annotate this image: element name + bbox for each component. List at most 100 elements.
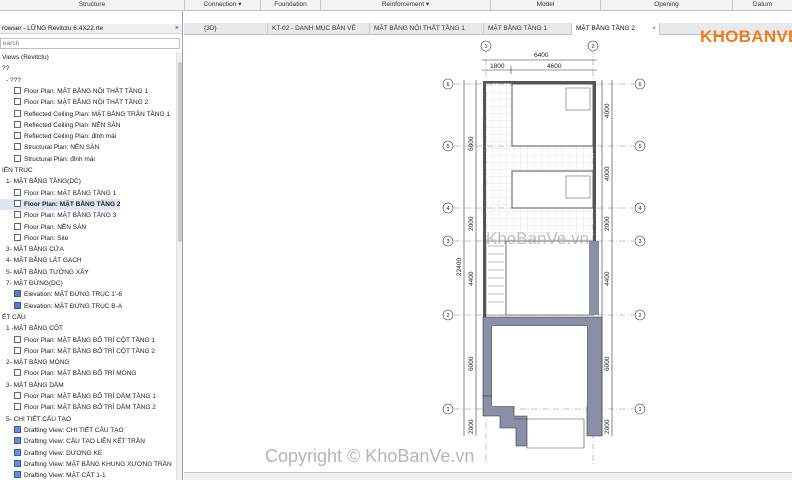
browser-tree-item[interactable]: Floor Plan: MẶT BẰNG TẦNG 2	[0, 198, 121, 210]
browser-tree-item-label: 3- MẶT BẰNG CỬA	[6, 246, 64, 254]
building-walls	[482, 81, 603, 449]
svg-text:3: 3	[446, 239, 449, 245]
browser-tree-item[interactable]: Drafting View: MẶT BẰNG KHUNG XƯƠNG TRẦN	[0, 459, 172, 470]
ribbon-reinforcement-label: Reinforcement	[381, 1, 425, 8]
browser-tree-item-label: Drafting View: CẤU TẠO LIÊN KẾT TRẦN	[24, 438, 145, 446]
ribbon-connection-panel[interactable]: Connection ▾	[185, 0, 261, 11]
browser-tree-item-label: 7- MẶT ĐỨNG(DC)	[6, 280, 63, 287]
svg-text:1: 1	[484, 44, 487, 50]
plan-view-icon	[14, 120, 21, 128]
browser-tree-item[interactable]: Floor Plan: MẶT BẰNG BỐ TRÍ DẦM TẦNG 1	[0, 391, 156, 402]
browser-tree-item-label: 2- MẶT BẰNG MÓNG	[6, 359, 70, 367]
browser-tree-item[interactable]: 5- CHI TIẾT CẤU TẠO	[0, 414, 71, 425]
browser-search-input[interactable]	[0, 38, 180, 49]
plan-view-icon	[14, 369, 21, 377]
close-icon[interactable]: ×	[175, 24, 179, 33]
browser-tree-item[interactable]: 1 -MẶT BẰNG CỘT	[0, 323, 63, 334]
browser-tree-item[interactable]: Elevation: MẶT ĐỨNG TRỤC 1'-6	[0, 289, 122, 300]
browser-tree-item[interactable]: Floor Plan: MẶT BẰNG BỐ TRÍ MÓNG	[0, 368, 136, 379]
browser-tree-item[interactable]: Floor Plan: MẶT BẰNG BỐ TRÍ DẦM TẦNG 2	[0, 402, 156, 413]
drafting-view-icon	[14, 448, 21, 456]
browser-tree-item[interactable]: 5- MẶT BẰNG TƯỜNG XÂY	[0, 267, 89, 278]
browser-tree-item[interactable]: Reflected Ceiling Plan: đỉnh mái	[0, 131, 116, 142]
ribbon-structure-panel[interactable]: Structure	[0, 0, 185, 11]
browser-tree-item[interactable]: Floor Plan: MẶT BẰNG TẦNG 3	[0, 210, 116, 221]
tab-3d[interactable]: {3D}	[200, 23, 268, 35]
ribbon-model-panel[interactable]: Model	[491, 0, 601, 11]
dim-right-5: 2000	[604, 419, 611, 434]
browser-tree-item[interactable]: Reflected Ceiling Plan: NỀN SÀN	[0, 120, 120, 131]
browser-tree-item-label: Floor Plan: MẶT BẰNG TẦNG 2	[24, 200, 121, 208]
svg-text:3: 3	[638, 239, 641, 245]
browser-tree-item-label: 5- CHI TIẾT CẤU TẠO	[6, 415, 72, 423]
browser-tree-item[interactable]: 3- MẶT BẰNG DẦM	[0, 380, 64, 391]
browser-tree-item[interactable]: 3- MẶT BẰNG CỬA	[0, 244, 64, 255]
browser-tree-item-label: 1 -MẶT BẰNG CỘT	[6, 325, 63, 333]
ribbon-opening-panel[interactable]: Opening	[601, 0, 733, 11]
plan-view-icon	[14, 109, 21, 117]
dim-left-0: 6000	[468, 136, 475, 151]
floor-plan-drawing: 6400 1800 4600 22400 6000 2000 4400 6000…	[442, 40, 646, 466]
tab-mat-bang-noi-that-tang-1[interactable]: MẶT BẰNG NỘI THẤT TẦNG 1	[370, 23, 484, 35]
chevron-down-icon: ▾	[238, 1, 242, 8]
browser-tree-item[interactable]: Floor Plan: Site	[0, 233, 68, 244]
browser-tree-item[interactable]: Structural Plan: đỉnh mái	[0, 154, 95, 165]
tab-danh-muc-ban-ve[interactable]: KT-02 - DANH MỤC BẢN VẼ	[268, 23, 370, 35]
browser-tree-item[interactable]: Drafting View: MẶT CẮT 1-1	[0, 470, 106, 480]
browser-tree-item-label: Floor Plan: MẶT BẰNG BỐ TRÍ CỘT TẦNG 2	[24, 347, 155, 355]
tab-label: MẶT BẰNG TẦNG 1	[488, 25, 547, 32]
browser-tree-item-label: Reflected Ceiling Plan: đỉnh mái	[24, 133, 117, 141]
browser-tree-item[interactable]: Drafting View: DƯƠNG KE	[0, 448, 102, 459]
ribbon-datum-panel[interactable]: Datum	[733, 0, 792, 11]
browser-tree-item-label: 5- MẶT BẰNG TƯỜNG XÂY	[6, 268, 89, 276]
browser-scrollbar-thumb[interactable]	[178, 62, 182, 242]
plan-view-icon	[14, 335, 21, 343]
browser-tree-item[interactable]: Floor Plan: NỀN SÀN	[0, 222, 86, 233]
tab-mat-bang-tang-1[interactable]: MẶT BẰNG TẦNG 1	[484, 23, 572, 35]
browser-tree-item-label: Elevation: MẶT ĐỨNG TRỤC B-A	[24, 302, 123, 310]
browser-tree-item-label: Drafting View: MẶT BẰNG KHUNG XƯƠNG TRẦN	[24, 460, 172, 468]
browser-tree-item-label: Drafting View: MẶT CẮT 1-1	[24, 472, 106, 480]
ribbon-panel-labels: Structure Connection ▾ Foundation Reinfo…	[0, 0, 792, 11]
browser-tree-item[interactable]: - ???	[0, 75, 21, 86]
tab-mat-bang-tang-2[interactable]: MẶT BẰNG TẦNG 2 ×	[572, 23, 660, 35]
drawing-canvas[interactable]: 6400 1800 4600 22400 6000 2000 4400 6000…	[184, 36, 792, 472]
browser-tree-item[interactable]: IẾN TRÚC	[0, 165, 33, 176]
browser-tree-item[interactable]: Elevation: MẶT ĐỨNG TRỤC B-A	[0, 301, 122, 312]
browser-tree-item[interactable]: Drafting View: CẤU TẠO LIÊN KẾT TRẦN	[0, 436, 145, 447]
svg-text:5: 5	[638, 144, 641, 150]
browser-tree-item-label: Floor Plan: NỀN SÀN	[24, 223, 87, 231]
browser-tree-item-label: - ???	[6, 76, 21, 84]
svg-text:2: 2	[591, 44, 594, 50]
browser-tree-item[interactable]: Floor Plan: MẶT BẰNG TẦNG 1	[0, 188, 116, 199]
browser-tree-item[interactable]: 1- MẶT BẰNG TẦNG(DC)	[0, 176, 81, 187]
browser-tree-item-label: Floor Plan: MẶT BẰNG TẦNG 3	[24, 212, 117, 220]
browser-tree-item-label: Floor Plan: MẶT BẰNG BỐ TRÍ MÓNG	[24, 370, 137, 378]
tab-label: {3D}	[204, 25, 217, 32]
browser-tree-item-label: Floor Plan: MẶT BẰNG BỐ TRÍ DẦM TẦNG 1	[24, 393, 156, 400]
browser-tree-item[interactable]: 4- MẶT BẰNG LÁT GẠCH	[0, 255, 82, 266]
browser-tree-item[interactable]: Drafting View: CHI TIẾT CẤU TẠO	[0, 425, 124, 436]
browser-tree-item[interactable]: 2- MẶT BẰNG MÓNG	[0, 357, 69, 368]
elevation-view-icon	[14, 301, 21, 309]
browser-scrollbar[interactable]	[176, 52, 182, 480]
browser-tree-item[interactable]: Structural Plan: NỀN SÀN	[0, 142, 99, 153]
browser-tree-item[interactable]: Reflected Ceiling Plan: MẶT BẰNG TRẦN TẦ…	[0, 109, 170, 120]
browser-tree-item[interactable]: 7- MẶT ĐỨNG(DC)	[0, 278, 63, 289]
ribbon-reinforcement-panel[interactable]: Reinforcement ▾	[321, 0, 491, 11]
browser-tree-item[interactable]: Floor Plan: MẶT BẰNG NỘI THẤT TẦNG 1	[0, 86, 148, 97]
dim-left-4: 2000	[468, 419, 475, 434]
browser-tree-item[interactable]: Floor Plan: MẶT BẰNG BỐ TRÍ CỘT TẦNG 1	[0, 335, 155, 346]
browser-tree-item-label: Views (Revitctu)	[2, 54, 49, 61]
browser-tree-item-label: Floor Plan: MẶT BẰNG BỐ TRÍ DẦM TẦNG 2	[24, 404, 156, 412]
close-icon[interactable]: ×	[652, 23, 656, 35]
browser-tree-item[interactable]: Views (Revitctu)	[0, 52, 49, 63]
browser-tree-item[interactable]: ẾT CẤU	[0, 312, 26, 323]
browser-tree-item-label: ??	[2, 65, 10, 73]
browser-tree-item[interactable]: ??	[0, 63, 9, 74]
ribbon-foundation-panel[interactable]: Foundation	[261, 0, 321, 11]
browser-tree-item[interactable]: Floor Plan: MẶT BẰNG NỘI THẤT TẦNG 2	[0, 97, 148, 108]
browser-tree-item[interactable]: Floor Plan: MẶT BẰNG BỐ TRÍ CỘT TẦNG 2	[0, 346, 155, 357]
browser-tree-item-label: Elevation: MẶT ĐỨNG TRỤC 1'-6	[24, 291, 122, 299]
plan-view-icon	[14, 188, 21, 196]
